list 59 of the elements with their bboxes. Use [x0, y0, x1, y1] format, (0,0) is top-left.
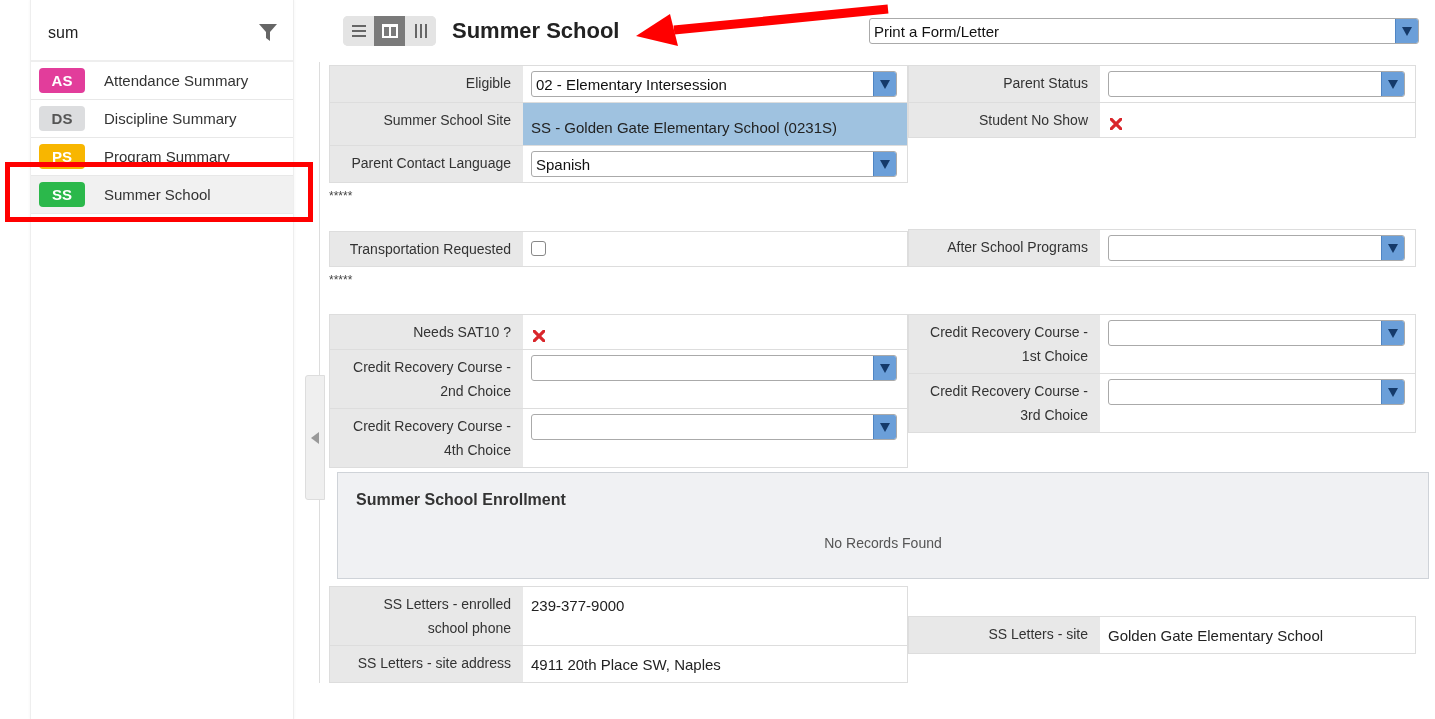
- dropdown-field[interactable]: [531, 414, 897, 440]
- field-value: 4911 20th Place SW, Naples: [531, 655, 721, 675]
- collapse-handle[interactable]: [305, 375, 325, 500]
- field-label: Needs SAT10 ?: [330, 315, 523, 349]
- field-label: Eligible: [330, 66, 523, 102]
- dropdown-field[interactable]: [1108, 320, 1405, 346]
- caret-icon: [880, 363, 890, 373]
- field-value: 239-377-9000: [531, 596, 625, 616]
- caret-icon: [1388, 328, 1398, 338]
- caret-icon: [1388, 79, 1398, 89]
- separator-text: *****: [329, 189, 353, 203]
- cross-icon: [1110, 118, 1122, 130]
- field-label: Parent Contact Language: [330, 146, 523, 182]
- field-label: Credit Recovery Course - 3rd Choice: [909, 374, 1100, 432]
- page-title: Summer School: [452, 18, 620, 44]
- empty-message: No Records Found: [824, 535, 942, 551]
- field-label: Student No Show: [909, 103, 1100, 137]
- sidebar-item[interactable]: SS Summer School: [31, 176, 293, 214]
- field-value: Golden Gate Elementary School: [1108, 625, 1324, 646]
- print-dropdown[interactable]: Print a Form/Letter: [869, 18, 1419, 44]
- list-icon: [351, 25, 366, 37]
- field-label: SS Letters - site: [909, 616, 1100, 653]
- search-text[interactable]: sum: [48, 23, 79, 42]
- caret-icon: [1388, 243, 1398, 253]
- field-label: Transportation Requested: [330, 232, 523, 266]
- caret-icon: [880, 422, 890, 432]
- field-label: Credit Recovery Course - 4th Choice: [330, 409, 523, 467]
- sidebar-item[interactable]: AS Attendance Summary: [31, 62, 293, 100]
- badge: DS: [39, 106, 85, 131]
- caret-icon: [1402, 26, 1412, 36]
- dropdown-field[interactable]: [1108, 379, 1405, 405]
- badge: AS: [39, 68, 85, 93]
- dropdown-field[interactable]: [1108, 71, 1405, 97]
- cross-icon: [533, 330, 545, 342]
- field-label: SS Letters - site address: [330, 646, 523, 682]
- field-value: SS - Golden Gate Elementary School (0231S): [531, 118, 837, 138]
- checkbox[interactable]: [531, 241, 546, 256]
- dropdown-field[interactable]: [531, 355, 897, 381]
- sidebar-item[interactable]: DS Discipline Summary: [31, 100, 293, 138]
- caret-icon: [1388, 387, 1398, 397]
- caret-icon: [880, 79, 890, 89]
- dropdown-field[interactable]: 02 - Elementary Intersession: [531, 71, 897, 97]
- field-label: Credit Recovery Course - 2nd Choice: [330, 350, 523, 408]
- separator-text: *****: [329, 273, 353, 287]
- two-column-icon: [381, 24, 398, 38]
- columns-icon: [414, 24, 427, 38]
- left-triangle-icon: [311, 431, 319, 444]
- field-label: Credit Recovery Course - 1st Choice: [909, 315, 1100, 373]
- dropdown-field[interactable]: [1108, 235, 1405, 261]
- filter-icon[interactable]: [259, 24, 277, 41]
- field-label: After School Programs: [909, 230, 1100, 266]
- field-label: Parent Status: [909, 66, 1100, 102]
- badge: SS: [39, 182, 85, 207]
- field-label: SS Letters - enrolled school phone: [330, 587, 523, 645]
- field-label: Summer School Site: [330, 103, 523, 145]
- dropdown-field[interactable]: Spanish: [531, 151, 897, 177]
- caret-icon: [880, 159, 890, 169]
- panel-title: Summer School Enrollment: [356, 491, 567, 509]
- view-toggle[interactable]: [374, 16, 405, 46]
